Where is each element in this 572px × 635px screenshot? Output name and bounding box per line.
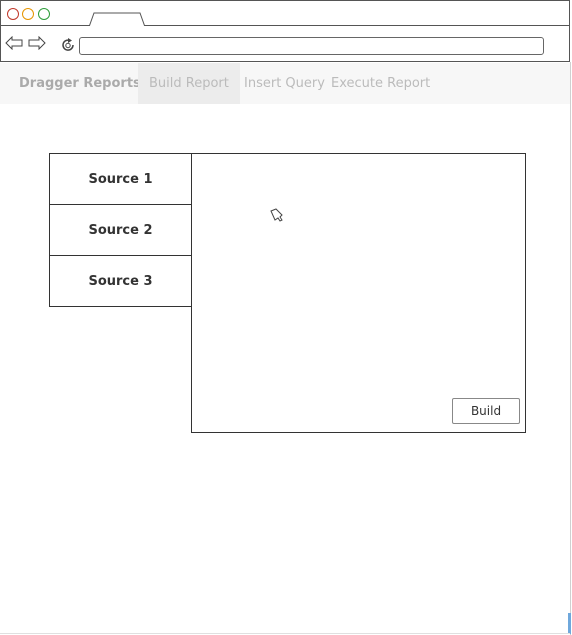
app-brand[interactable]: Dragger Reports xyxy=(19,76,141,91)
source-item-3[interactable]: Source 3 xyxy=(50,256,191,307)
address-bar[interactable] xyxy=(79,37,544,55)
report-build-area[interactable]: Build xyxy=(191,153,526,433)
app-nav-bar: Dragger Reports Build Report Insert Quer… xyxy=(0,63,570,104)
build-button[interactable]: Build xyxy=(452,398,520,424)
forward-arrow-icon[interactable] xyxy=(28,36,46,50)
window-maximize-button[interactable] xyxy=(38,8,50,20)
page-right-border xyxy=(570,62,571,635)
hand-cursor-icon xyxy=(270,208,283,222)
window-close-button[interactable] xyxy=(7,8,19,20)
reload-icon[interactable] xyxy=(60,37,76,53)
back-arrow-icon[interactable] xyxy=(5,36,23,50)
nav-execute-report[interactable]: Execute Report xyxy=(331,63,430,104)
source-item-1[interactable]: Source 1 xyxy=(50,154,191,205)
nav-build-report[interactable]: Build Report xyxy=(138,63,240,104)
browser-title-bar xyxy=(0,0,570,27)
nav-insert-query[interactable]: Insert Query xyxy=(244,63,325,104)
browser-tab[interactable] xyxy=(89,12,145,27)
sources-list: Source 1 Source 2 Source 3 xyxy=(49,153,192,307)
browser-toolbar xyxy=(0,26,570,62)
page-bottom-border xyxy=(0,633,570,634)
window-minimize-button[interactable] xyxy=(22,8,34,20)
scrollbar-thumb[interactable] xyxy=(568,613,571,634)
source-item-2[interactable]: Source 2 xyxy=(50,205,191,256)
